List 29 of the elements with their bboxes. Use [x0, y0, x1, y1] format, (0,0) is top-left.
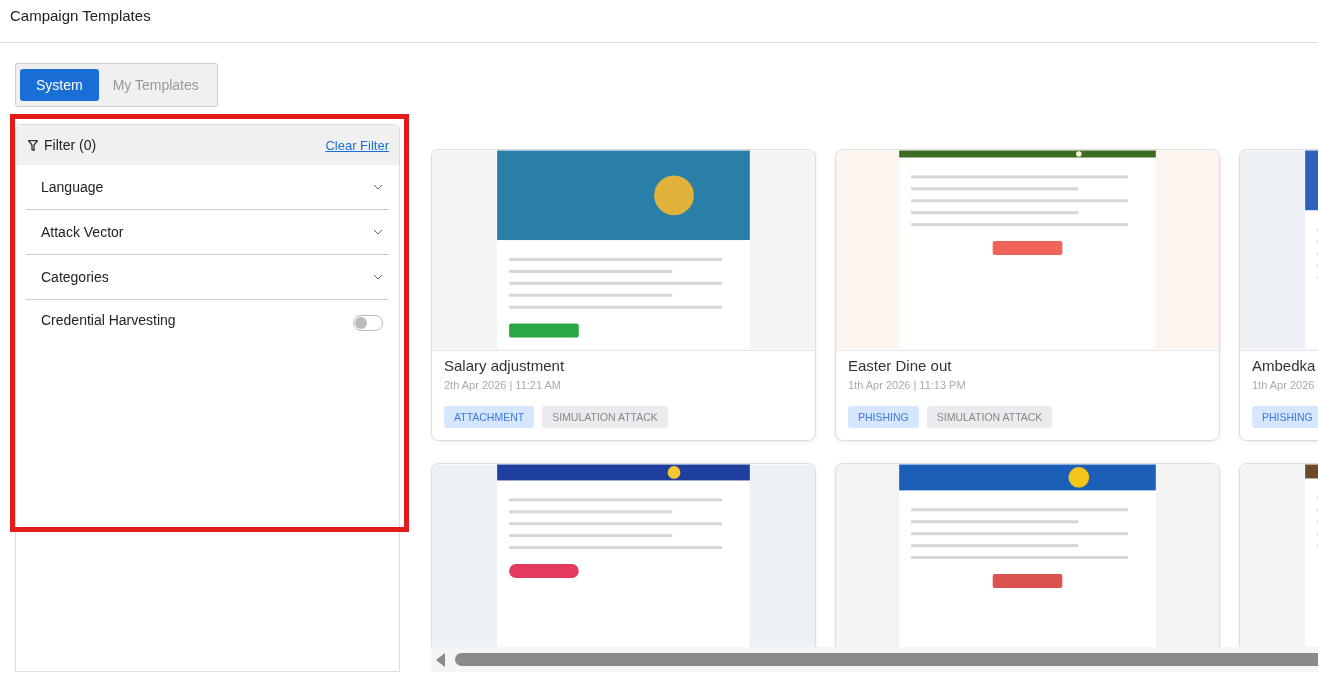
template-title: Salary adjustment: [444, 357, 566, 374]
toggle-switch[interactable]: [353, 315, 383, 331]
clear-filter-link[interactable]: Clear Filter: [325, 137, 389, 153]
horizontal-scrollbar[interactable]: [431, 647, 1318, 672]
tag: PHISHING: [1252, 406, 1318, 428]
filter-icon: [28, 139, 38, 151]
switch-label: Credential Harvesting: [41, 312, 176, 328]
tag: SIMULATION ATTACK: [926, 406, 1053, 428]
page-title: Campaign Templates: [10, 7, 151, 24]
filter-section[interactable]: Attack Vector: [41, 224, 124, 240]
tag: PHISHING: [848, 406, 919, 428]
template-date: 1th Apr 2026: [1252, 379, 1316, 391]
scroll-left-icon[interactable]: [436, 652, 445, 667]
filter-section[interactable]: Language: [41, 179, 104, 195]
template-date: 2th Apr 2026 | 11:21 AM: [444, 379, 562, 391]
tag: ATTACHMENT: [444, 406, 535, 428]
template-date: 1th Apr 2026 | 11:13 PM: [848, 379, 967, 391]
template-card[interactable]: Ambedka 1th Apr 2026 PHISHING: [1239, 149, 1318, 441]
filter-title: Filter (0): [44, 137, 97, 153]
filter-section[interactable]: Categories: [41, 269, 109, 285]
template-title: Easter Dine out: [848, 357, 953, 374]
tag: SIMULATION ATTACK: [542, 406, 668, 428]
template-title: Ambedka: [1252, 357, 1317, 374]
tab[interactable]: System: [20, 69, 99, 101]
chevron-icon[interactable]: [373, 229, 383, 235]
template-card[interactable]: Easter Dine out 1th Apr 2026 | 11:13 PM PHISHING SIMULATION ATTACK: [835, 149, 1220, 441]
chevron-icon[interactable]: [373, 184, 383, 190]
chevron-icon[interactable]: [373, 274, 383, 280]
template-card[interactable]: Salary adjustment 2th Apr 2026 | 11:21 AM ATTACHMENT SIMULATION ATTACK: [431, 149, 816, 441]
